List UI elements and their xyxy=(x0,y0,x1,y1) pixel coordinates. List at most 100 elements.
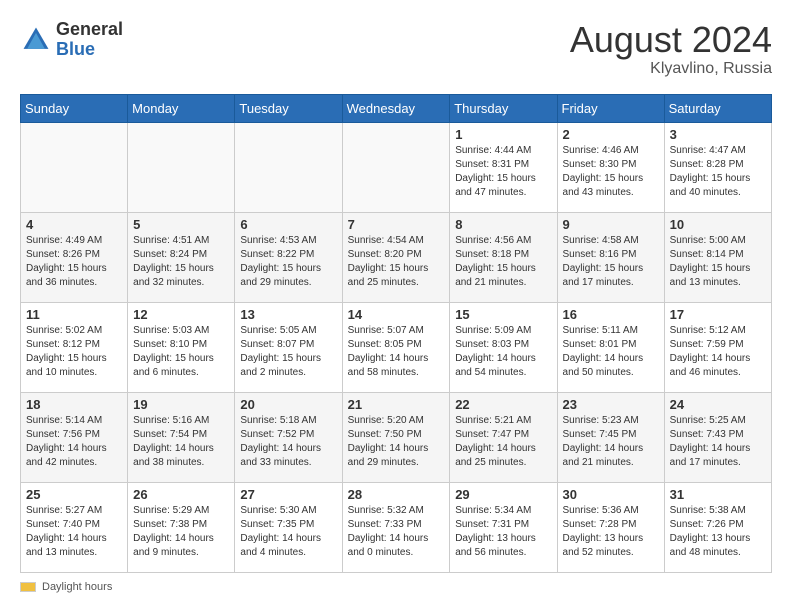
month-year-title: August 2024 xyxy=(570,20,772,60)
day-number: 24 xyxy=(670,397,766,412)
calendar-week-row: 4 Sunrise: 4:49 AM Sunset: 8:26 PM Daylig… xyxy=(21,212,772,302)
calendar-cell xyxy=(342,122,450,212)
day-info: Sunrise: 5:00 AM Sunset: 8:14 PM Dayligh… xyxy=(670,234,766,290)
calendar-cell xyxy=(128,122,235,212)
calendar-cell: 25 Sunrise: 5:27 AM Sunset: 7:40 PM Dayli… xyxy=(21,482,128,572)
day-info: Sunrise: 4:49 AM Sunset: 8:26 PM Dayligh… xyxy=(26,234,122,290)
logo: General Blue xyxy=(20,20,123,60)
day-number: 18 xyxy=(26,397,122,412)
calendar-cell: 22 Sunrise: 5:21 AM Sunset: 7:47 PM Dayli… xyxy=(450,392,557,482)
calendar-cell: 5 Sunrise: 4:51 AM Sunset: 8:24 PM Daylig… xyxy=(128,212,235,302)
day-info: Sunrise: 5:02 AM Sunset: 8:12 PM Dayligh… xyxy=(26,324,122,380)
day-info: Sunrise: 4:51 AM Sunset: 8:24 PM Dayligh… xyxy=(133,234,229,290)
day-number: 3 xyxy=(670,127,766,142)
title-block: August 2024 Klyavlino, Russia xyxy=(570,20,772,78)
calendar-cell: 21 Sunrise: 5:20 AM Sunset: 7:50 PM Dayli… xyxy=(342,392,450,482)
calendar-cell: 14Sunrise: 5:07 AM Sunset: 8:05 PM Dayli… xyxy=(342,302,450,392)
calendar-cell: 31 Sunrise: 5:38 AM Sunset: 7:26 PM Dayli… xyxy=(664,482,771,572)
calendar-cell: 13Sunrise: 5:05 AM Sunset: 8:07 PM Dayli… xyxy=(235,302,342,392)
day-number: 5 xyxy=(133,217,229,232)
day-info: Sunrise: 5:07 AM Sunset: 8:05 PM Dayligh… xyxy=(348,324,445,380)
calendar-cell: 17 Sunrise: 5:12 AM Sunset: 7:59 PM Dayli… xyxy=(664,302,771,392)
day-info: Sunrise: 5:27 AM Sunset: 7:40 PM Dayligh… xyxy=(26,504,122,560)
calendar-cell: 6 Sunrise: 4:53 AM Sunset: 8:22 PM Daylig… xyxy=(235,212,342,302)
day-number: 4 xyxy=(26,217,122,232)
day-number: 8 xyxy=(455,217,551,232)
day-number: 22 xyxy=(455,397,551,412)
day-number: 12 xyxy=(133,307,229,322)
calendar-cell: 15Sunrise: 5:09 AM Sunset: 8:03 PM Dayli… xyxy=(450,302,557,392)
calendar-table: SundayMondayTuesdayWednesdayThursdayFrid… xyxy=(20,94,772,573)
day-info: Sunrise: 5:38 AM Sunset: 7:26 PM Dayligh… xyxy=(670,504,766,560)
calendar-cell: 30Sunrise: 5:36 AM Sunset: 7:28 PM Dayli… xyxy=(557,482,664,572)
calendar-week-row: 1 Sunrise: 4:44 AM Sunset: 8:31 PM Daylig… xyxy=(21,122,772,212)
day-number: 29 xyxy=(455,487,551,502)
day-number: 16 xyxy=(563,307,659,322)
calendar-cell: 8 Sunrise: 4:56 AM Sunset: 8:18 PM Daylig… xyxy=(450,212,557,302)
day-number: 27 xyxy=(240,487,336,502)
day-info: Sunrise: 5:05 AM Sunset: 8:07 PM Dayligh… xyxy=(240,324,336,380)
day-number: 17 xyxy=(670,307,766,322)
day-number: 26 xyxy=(133,487,229,502)
weekday-header-friday: Friday xyxy=(557,94,664,122)
weekday-header-sunday: Sunday xyxy=(21,94,128,122)
day-number: 28 xyxy=(348,487,445,502)
calendar-cell: 27 Sunrise: 5:30 AM Sunset: 7:35 PM Dayli… xyxy=(235,482,342,572)
day-info: Sunrise: 5:21 AM Sunset: 7:47 PM Dayligh… xyxy=(455,414,551,470)
calendar-cell: 4 Sunrise: 4:49 AM Sunset: 8:26 PM Daylig… xyxy=(21,212,128,302)
calendar-cell: 7Sunrise: 4:54 AM Sunset: 8:20 PM Daylig… xyxy=(342,212,450,302)
day-number: 23 xyxy=(563,397,659,412)
logo-blue-text: Blue xyxy=(56,39,95,59)
day-info: Sunrise: 4:44 AM Sunset: 8:31 PM Dayligh… xyxy=(455,144,551,200)
day-info: Sunrise: 5:14 AM Sunset: 7:56 PM Dayligh… xyxy=(26,414,122,470)
day-number: 30 xyxy=(563,487,659,502)
weekday-header-saturday: Saturday xyxy=(664,94,771,122)
calendar-cell: 23Sunrise: 5:23 AM Sunset: 7:45 PM Dayli… xyxy=(557,392,664,482)
day-info: Sunrise: 4:56 AM Sunset: 8:18 PM Dayligh… xyxy=(455,234,551,290)
day-info: Sunrise: 5:34 AM Sunset: 7:31 PM Dayligh… xyxy=(455,504,551,560)
day-info: Sunrise: 5:20 AM Sunset: 7:50 PM Dayligh… xyxy=(348,414,445,470)
day-number: 2 xyxy=(563,127,659,142)
calendar-cell: 16 Sunrise: 5:11 AM Sunset: 8:01 PM Dayli… xyxy=(557,302,664,392)
day-number: 11 xyxy=(26,307,122,322)
day-number: 25 xyxy=(26,487,122,502)
day-info: Sunrise: 5:03 AM Sunset: 8:10 PM Dayligh… xyxy=(133,324,229,380)
day-info: Sunrise: 4:47 AM Sunset: 8:28 PM Dayligh… xyxy=(670,144,766,200)
day-info: Sunrise: 4:54 AM Sunset: 8:20 PM Dayligh… xyxy=(348,234,445,290)
day-info: Sunrise: 4:58 AM Sunset: 8:16 PM Dayligh… xyxy=(563,234,659,290)
day-info: Sunrise: 5:11 AM Sunset: 8:01 PM Dayligh… xyxy=(563,324,659,380)
calendar-week-row: 11 Sunrise: 5:02 AM Sunset: 8:12 PM Dayli… xyxy=(21,302,772,392)
calendar-cell: 9 Sunrise: 4:58 AM Sunset: 8:16 PM Daylig… xyxy=(557,212,664,302)
day-info: Sunrise: 5:30 AM Sunset: 7:35 PM Dayligh… xyxy=(240,504,336,560)
day-number: 6 xyxy=(240,217,336,232)
location-text: Klyavlino, Russia xyxy=(570,60,772,78)
day-number: 20 xyxy=(240,397,336,412)
footer-note: Daylight hours xyxy=(20,581,772,593)
weekday-header-tuesday: Tuesday xyxy=(235,94,342,122)
calendar-cell: 28Sunrise: 5:32 AM Sunset: 7:33 PM Dayli… xyxy=(342,482,450,572)
page-header: General Blue August 2024 Klyavlino, Russ… xyxy=(20,20,772,78)
daylight-label: Daylight hours xyxy=(42,581,112,593)
calendar-cell: 18 Sunrise: 5:14 AM Sunset: 7:56 PM Dayli… xyxy=(21,392,128,482)
day-number: 1 xyxy=(455,127,551,142)
day-info: Sunrise: 5:12 AM Sunset: 7:59 PM Dayligh… xyxy=(670,324,766,380)
calendar-cell: 19Sunrise: 5:16 AM Sunset: 7:54 PM Dayli… xyxy=(128,392,235,482)
day-info: Sunrise: 5:18 AM Sunset: 7:52 PM Dayligh… xyxy=(240,414,336,470)
logo-general-text: General xyxy=(56,19,123,39)
calendar-cell: 12 Sunrise: 5:03 AM Sunset: 8:10 PM Dayli… xyxy=(128,302,235,392)
day-number: 9 xyxy=(563,217,659,232)
weekday-header-thursday: Thursday xyxy=(450,94,557,122)
calendar-cell: 26 Sunrise: 5:29 AM Sunset: 7:38 PM Dayli… xyxy=(128,482,235,572)
calendar-week-row: 25 Sunrise: 5:27 AM Sunset: 7:40 PM Dayli… xyxy=(21,482,772,572)
day-info: Sunrise: 4:53 AM Sunset: 8:22 PM Dayligh… xyxy=(240,234,336,290)
calendar-cell: 3 Sunrise: 4:47 AM Sunset: 8:28 PM Daylig… xyxy=(664,122,771,212)
day-number: 21 xyxy=(348,397,445,412)
day-info: Sunrise: 5:29 AM Sunset: 7:38 PM Dayligh… xyxy=(133,504,229,560)
calendar-cell xyxy=(21,122,128,212)
calendar-cell: 24Sunrise: 5:25 AM Sunset: 7:43 PM Dayli… xyxy=(664,392,771,482)
day-number: 31 xyxy=(670,487,766,502)
calendar-cell: 2Sunrise: 4:46 AM Sunset: 8:30 PM Daylig… xyxy=(557,122,664,212)
calendar-cell xyxy=(235,122,342,212)
weekday-header-row: SundayMondayTuesdayWednesdayThursdayFrid… xyxy=(21,94,772,122)
day-info: Sunrise: 5:16 AM Sunset: 7:54 PM Dayligh… xyxy=(133,414,229,470)
